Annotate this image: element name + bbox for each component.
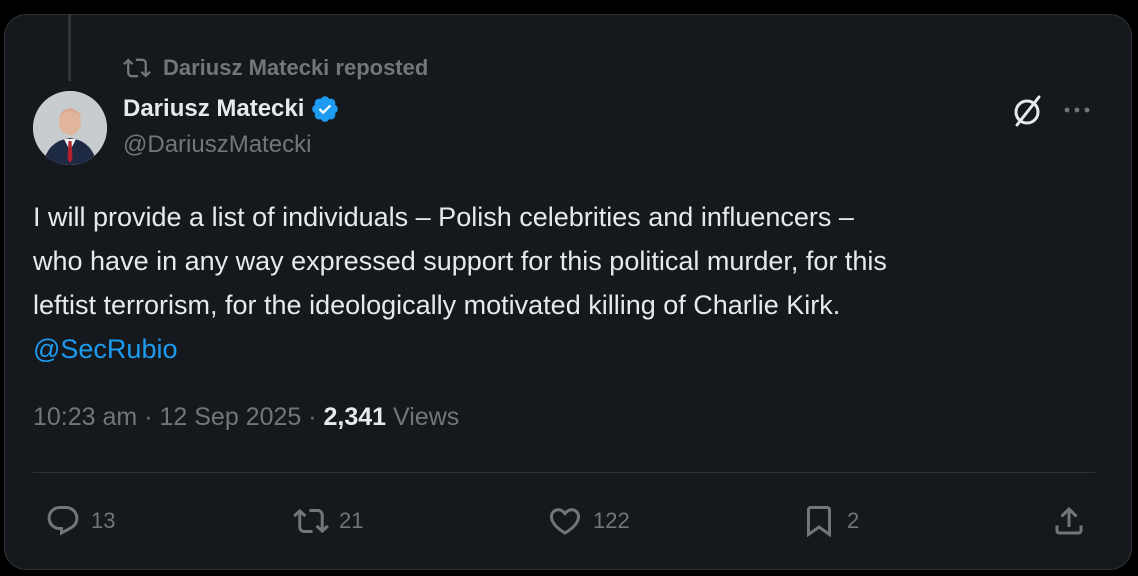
bookmark-icon [807, 506, 831, 538]
like-button[interactable]: 122 [547, 501, 630, 541]
author-name-row[interactable]: Dariusz Matecki [123, 93, 340, 125]
reply-icon [47, 506, 79, 536]
tweet-meta: 10:23 am · 12 Sep 2025 · 2,341 Views [33, 403, 459, 432]
bookmark-button[interactable]: 2 [801, 501, 859, 541]
reply-count: 13 [91, 508, 116, 533]
verified-badge-icon [312, 96, 339, 122]
more-options-icon[interactable] [1059, 95, 1095, 125]
tweet-text-line: leftist terrorism, for the ideologically… [33, 290, 841, 320]
meta-separator: · [308, 403, 317, 431]
mention-link[interactable]: @SecRubio [33, 327, 1113, 371]
meta-separator: · [144, 403, 153, 431]
divider [33, 472, 1095, 473]
repost-icon [123, 58, 151, 78]
tweet-date[interactable]: 12 Sep 2025 [159, 403, 301, 431]
tweet-card: Dariusz Matecki reposted Dariusz Matecki… [4, 14, 1132, 570]
bookmark-count: 2 [847, 508, 860, 533]
share-icon [1055, 506, 1083, 535]
avatar[interactable] [33, 91, 107, 165]
grok-icon[interactable] [1009, 93, 1045, 129]
tweet-time[interactable]: 10:23 am [33, 403, 137, 431]
repost-count: 21 [339, 508, 364, 533]
author-name[interactable]: Dariusz Matecki [123, 95, 304, 123]
author-handle[interactable]: @DariuszMatecki [123, 131, 311, 159]
repost-label: Dariusz Matecki reposted [163, 55, 429, 80]
tweet-text-line: I will provide a list of individuals – P… [33, 202, 854, 232]
tweet-text-line: who have in any way expressed support fo… [33, 246, 887, 276]
heart-icon [549, 508, 581, 535]
views-count: 2,341 [323, 403, 387, 431]
action-bar: 13 21 122 2 [5, 501, 1131, 541]
avatar-image [33, 91, 107, 165]
views-label: Views [393, 403, 460, 431]
like-count: 122 [593, 508, 630, 533]
tweet-text: I will provide a list of individuals – P… [33, 195, 1113, 371]
repost-icon [293, 508, 329, 534]
thread-line [68, 15, 71, 81]
repost-indicator[interactable]: Dariusz Matecki reposted [123, 55, 428, 81]
reply-button[interactable]: 13 [45, 501, 115, 541]
repost-button[interactable]: 21 [293, 501, 363, 541]
share-button[interactable] [1051, 501, 1097, 541]
